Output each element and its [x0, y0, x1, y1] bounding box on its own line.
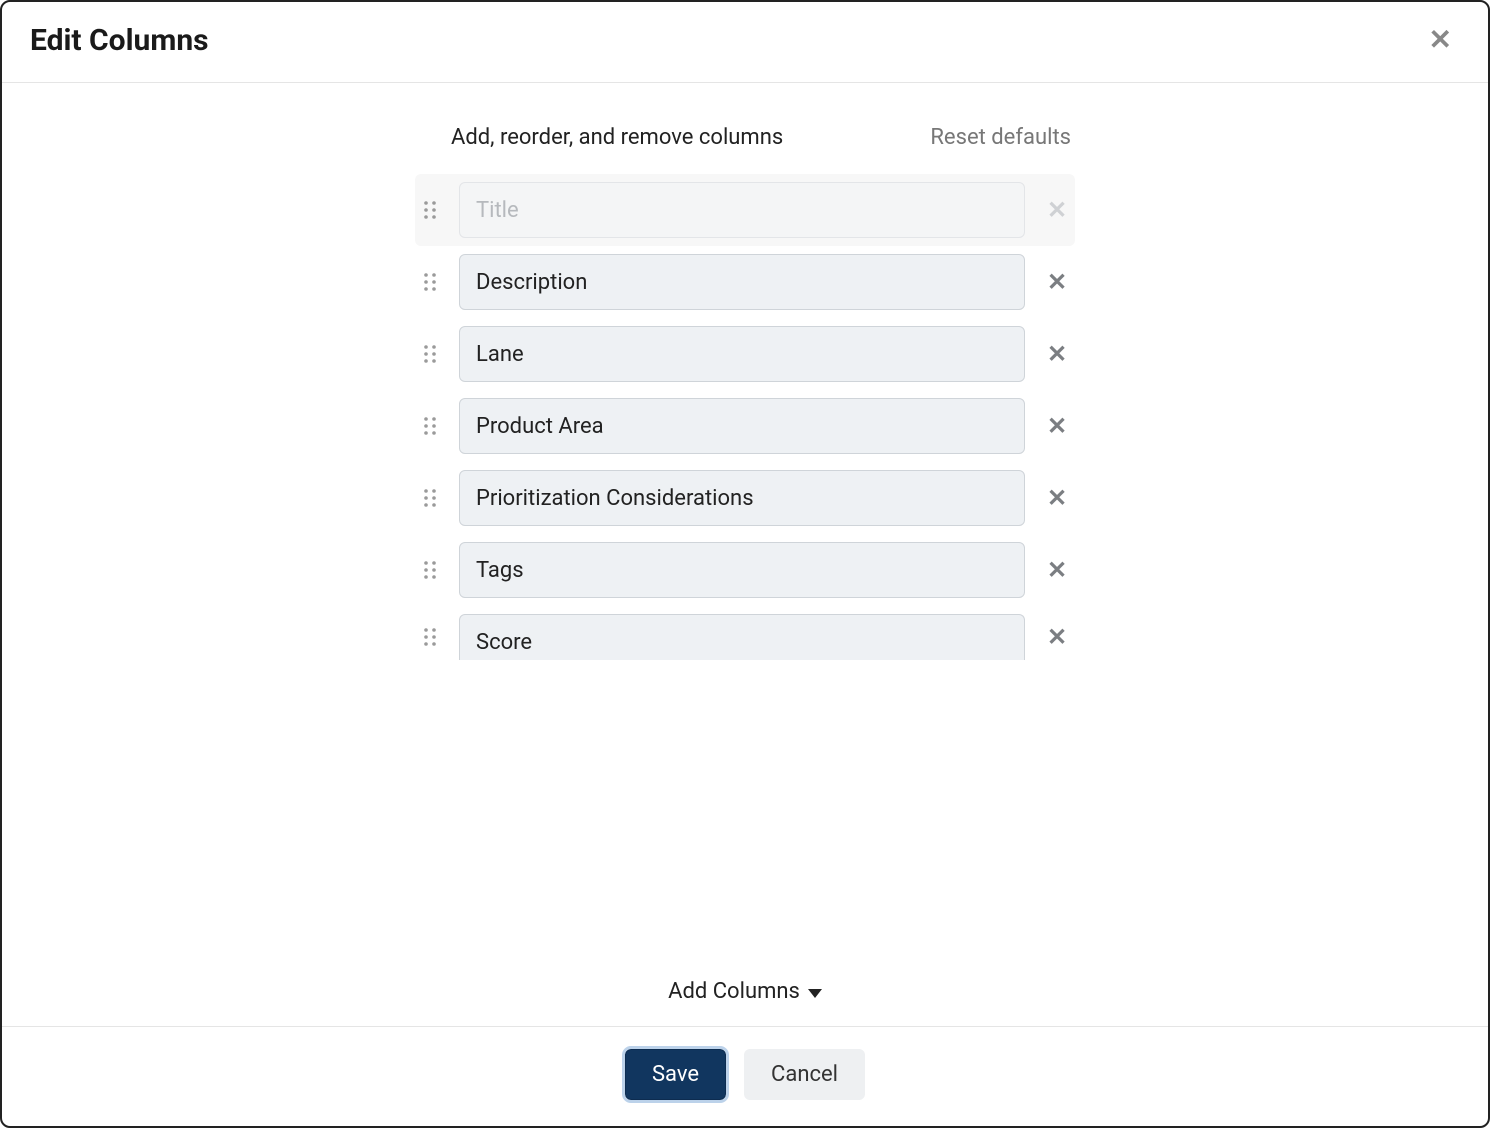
modal-body: Add, reorder, and remove columns Reset d… [2, 83, 1488, 1026]
column-name-field[interactable]: Tags [459, 542, 1025, 598]
drag-handle-icon[interactable] [415, 415, 445, 437]
edit-columns-modal: Edit Columns ✕ Add, reorder, and remove … [0, 0, 1490, 1128]
column-name-field: Title [459, 182, 1025, 238]
column-row: Lane ✕ [415, 318, 1075, 390]
column-name-field[interactable]: Score [459, 614, 1025, 660]
modal-header: Edit Columns ✕ [2, 2, 1488, 83]
modal-footer: Save Cancel [2, 1026, 1488, 1126]
modal-body-inner: Add, reorder, and remove columns Reset d… [415, 83, 1075, 1026]
modal-title: Edit Columns [30, 23, 209, 58]
remove-column-icon[interactable]: ✕ [1039, 342, 1075, 366]
column-row: Description ✕ [415, 246, 1075, 318]
column-row: Prioritization Considerations ✕ [415, 462, 1075, 534]
add-columns-dropdown[interactable]: Add Columns [668, 979, 822, 1004]
column-name-field[interactable]: Prioritization Considerations [459, 470, 1025, 526]
remove-column-icon[interactable]: ✕ [1039, 270, 1075, 294]
caret-down-icon [808, 989, 822, 998]
remove-column-icon[interactable]: ✕ [1039, 558, 1075, 582]
column-row: Tags ✕ [415, 534, 1075, 606]
subheading-row: Add, reorder, and remove columns Reset d… [415, 125, 1075, 174]
remove-column-icon: ✕ [1039, 198, 1075, 222]
drag-handle-icon[interactable] [415, 343, 445, 365]
cancel-button[interactable]: Cancel [744, 1049, 865, 1100]
remove-column-icon[interactable]: ✕ [1039, 486, 1075, 510]
reset-defaults-link[interactable]: Reset defaults [930, 125, 1071, 150]
drag-handle-icon[interactable] [415, 559, 445, 581]
column-name-field[interactable]: Product Area [459, 398, 1025, 454]
drag-handle-icon[interactable] [415, 487, 445, 509]
columns-list: Title✕Description✕Lane✕Product Area✕Prio… [415, 174, 1075, 961]
remove-column-icon[interactable]: ✕ [1039, 414, 1075, 438]
save-button[interactable]: Save [625, 1049, 726, 1100]
drag-handle-icon [415, 199, 445, 221]
remove-column-icon[interactable]: ✕ [1039, 625, 1075, 649]
add-columns-row: Add Columns [415, 961, 1075, 1026]
column-row: Title ✕ [415, 174, 1075, 246]
add-columns-label: Add Columns [668, 979, 800, 1004]
subheading: Add, reorder, and remove columns [451, 125, 783, 150]
column-row: Score ✕ [415, 606, 1075, 668]
column-row: Product Area ✕ [415, 390, 1075, 462]
column-name-field[interactable]: Lane [459, 326, 1025, 382]
column-name-field[interactable]: Description [459, 254, 1025, 310]
drag-handle-icon[interactable] [415, 626, 445, 648]
close-icon[interactable]: ✕ [1421, 22, 1460, 58]
drag-handle-icon[interactable] [415, 271, 445, 293]
